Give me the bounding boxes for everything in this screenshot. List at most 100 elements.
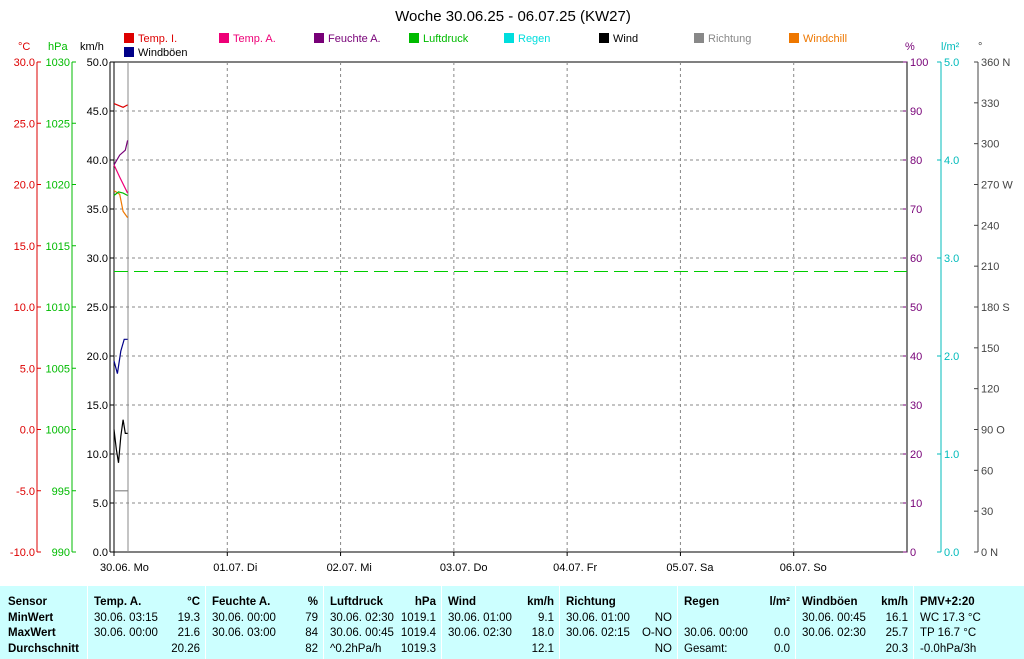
pressure-tick-label: 990 (52, 547, 70, 559)
direction-axis-unit: ° (978, 41, 982, 53)
rain-axis-unit: l/m² (941, 41, 960, 53)
legend-label: Richtung (708, 33, 751, 45)
temp-tick-label: 15.0 (14, 241, 35, 253)
legend-label: Feuchte A. (328, 33, 381, 45)
temp-tick-label: -10.0 (10, 547, 35, 559)
humidity-tick-label: 40 (910, 351, 922, 363)
stats-header: Feuchte A.% (207, 594, 322, 610)
wind-tick-label: 50.0 (87, 57, 108, 69)
series-temp-i- (113, 103, 128, 108)
stats-cell-row: 12.1 (443, 641, 558, 657)
wind-tick-label: 10.0 (87, 449, 108, 461)
stats-cell-time: 30.06. 01:00 (448, 612, 512, 624)
wind-tick-label: 5.0 (93, 498, 108, 510)
humidity-axis-unit: % (905, 41, 915, 53)
humidity-tick-label: 0 (910, 547, 916, 559)
direction-tick-label: 360 N (981, 57, 1010, 69)
legend-swatch (124, 33, 134, 43)
stats-cell-row: 30.06. 00:45 16.1 (797, 610, 912, 626)
stats-separator (205, 586, 206, 659)
stats-header-name: Windböen (802, 596, 858, 608)
x-tick-label: 05.07. Sa (666, 562, 714, 574)
direction-tick-label: 60 (981, 465, 993, 477)
stats-cell-row: 30.06. 00:00 0.0 (679, 625, 794, 641)
wind-tick-label: 0.0 (93, 547, 108, 559)
stats-row-labels: Sensor MinWert MaxWert Durchschnitt (8, 586, 88, 659)
direction-tick-label: 30 (981, 506, 993, 518)
legend-swatch (219, 33, 229, 43)
rain-tick-label: 3.0 (944, 253, 959, 265)
direction-tick-label: 240 (981, 220, 999, 232)
legend-swatch (504, 33, 514, 43)
stats-header-unit: % (307, 596, 318, 608)
stats-cell-row: 30.06. 01:00 9.1 (443, 610, 558, 626)
stats-cell-time: 30.06. 02:15 (566, 627, 630, 639)
pressure-tick-label: 1020 (46, 180, 70, 192)
stats-column: Luftdruck hPa 30.06. 02:30 1019.1 30.06. 00:… (323, 586, 440, 659)
series-feuchte-a- (113, 140, 129, 166)
stats-pmv-column: PMV+2:20 WC 17.3 °C TP 16.7 °C -0.0hPa/3h (913, 586, 1023, 659)
direction-tick-label: 0 N (981, 547, 998, 559)
stats-cell-value: 1019.4 (400, 627, 436, 639)
stats-cell-time: ^0.2hPa/h (330, 643, 382, 655)
stats-cell-row: 30.06. 00:00 21.6 (89, 625, 204, 641)
legend-swatch (124, 47, 134, 57)
direction-tick-label: 150 (981, 343, 999, 355)
stats-cell-value: 84 (305, 627, 318, 639)
stats-cell-time: 30.06. 01:00 (566, 612, 630, 624)
wind-tick-label: 40.0 (87, 155, 108, 167)
pressure-tick-label: 1005 (46, 363, 70, 375)
stats-cell-value: 21.6 (177, 627, 200, 639)
stats-pmv-title: PMV+2:20 (920, 596, 975, 608)
stats-header: Richtung (561, 594, 676, 610)
stats-cell-value: O-NO (641, 627, 672, 639)
stats-cell-value: NO (654, 643, 672, 655)
legend-label: Temp. A. (233, 33, 276, 45)
rain-tick-label: 2.0 (944, 351, 959, 363)
stats-cell-value: 0.0 (774, 627, 790, 639)
pressure-axis-unit: hPa (48, 41, 68, 53)
stats-cell-row: 30.06. 02:30 25.7 (797, 625, 912, 641)
stats-cell-time: 30.06. 02:30 (330, 612, 394, 624)
stats-row-label: MinWert (8, 612, 54, 624)
weather-chart: Woche 30.06.25 - 06.07.25 (KW27) Temp. I… (10, 8, 1013, 574)
wind-axis-unit: km/h (80, 41, 104, 53)
wind-tick-label: 20.0 (87, 351, 108, 363)
legend-swatch (409, 33, 419, 43)
direction-tick-label: 210 (981, 261, 999, 273)
wind-tick-label: 35.0 (87, 204, 108, 216)
stats-pmv-line: TP 16.7 °C (920, 627, 977, 639)
stats-header-name: Richtung (566, 596, 616, 608)
legend-label: Regen (518, 33, 550, 45)
series-wind (113, 419, 128, 463)
pressure-tick-label: 1000 (46, 425, 70, 437)
stats-separator (677, 586, 678, 659)
humidity-tick-label: 50 (910, 302, 922, 314)
pressure-tick-label: 1015 (46, 241, 70, 253)
direction-tick-label: 120 (981, 384, 999, 396)
stats-cell-row: Gesamt: 0.0 (679, 641, 794, 657)
humidity-tick-label: 70 (910, 204, 922, 216)
legend-label: Wind (613, 33, 638, 45)
stats-cell-time: 30.06. 00:00 (94, 627, 158, 639)
wind-tick-label: 15.0 (87, 400, 108, 412)
stats-header: Wind km/h (443, 594, 558, 610)
series-temp-a- (113, 164, 129, 194)
temp-tick-label: 0.0 (20, 425, 35, 437)
stats-cell-value: 1019.1 (400, 612, 436, 624)
pressure-tick-label: 995 (52, 486, 70, 498)
stats-separator (559, 586, 560, 659)
legend-label: Windböen (138, 47, 188, 59)
temp-tick-label: 5.0 (20, 363, 35, 375)
rain-tick-label: 0.0 (944, 547, 959, 559)
rain-tick-label: 4.0 (944, 155, 959, 167)
stats-cell-time: 30.06. 02:30 (802, 627, 866, 639)
stats-header-unit: hPa (414, 596, 436, 608)
stats-separator (87, 586, 88, 659)
statistics-table: Sensor MinWert MaxWert Durchschnitt Temp. A.… (0, 586, 1024, 659)
stats-cell-value: 20.3 (885, 643, 908, 655)
stats-header: Temp. A. °C (89, 594, 204, 610)
stats-column: Temp. A. °C 30.06. 03:15 19.3 30.06. 00:00 21… (87, 586, 204, 659)
stats-cell-row: 82 (207, 641, 322, 657)
stats-header-unit: km/h (527, 596, 554, 608)
